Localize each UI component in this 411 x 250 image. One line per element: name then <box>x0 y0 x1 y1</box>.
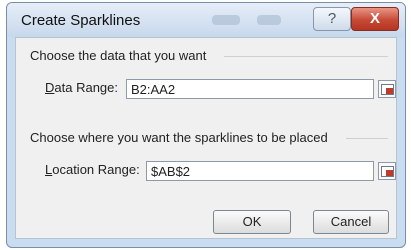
title-bar-background-blur <box>212 15 240 25</box>
help-icon: ? <box>327 10 337 27</box>
dialog-body: Choose the data that you want Data Range… <box>15 37 397 239</box>
title-bar[interactable]: Create Sparklines ? X <box>7 3 405 37</box>
location-range-input[interactable] <box>146 161 374 181</box>
data-range-label-accel: D <box>45 80 55 95</box>
range-select-marker <box>386 88 393 94</box>
close-icon: X <box>369 10 380 27</box>
location-section-heading: Choose where you want the sparklines to … <box>30 130 328 145</box>
range-select-marker <box>386 170 393 176</box>
close-button[interactable]: X <box>351 7 399 31</box>
cancel-button[interactable]: Cancel <box>313 210 389 234</box>
location-range-label: Location Range: <box>45 162 140 177</box>
data-section-separator <box>224 56 388 57</box>
create-sparklines-dialog: Create Sparklines ? X Choose the data th… <box>6 2 406 248</box>
location-section-separator <box>346 138 388 139</box>
data-range-label: Data Range: <box>45 80 118 95</box>
location-range-label-text: ocation Range: <box>52 162 140 177</box>
data-range-label-text: ata Range: <box>54 80 118 95</box>
ok-button[interactable]: OK <box>213 210 291 234</box>
title-bar-background-blur <box>257 15 281 25</box>
data-section-heading: Choose the data that you want <box>30 48 207 63</box>
data-range-picker-button[interactable] <box>378 80 396 98</box>
data-range-input[interactable] <box>126 79 374 99</box>
location-range-picker-button[interactable] <box>378 162 396 180</box>
help-button[interactable]: ? <box>313 7 351 31</box>
dialog-title: Create Sparklines <box>21 12 141 29</box>
